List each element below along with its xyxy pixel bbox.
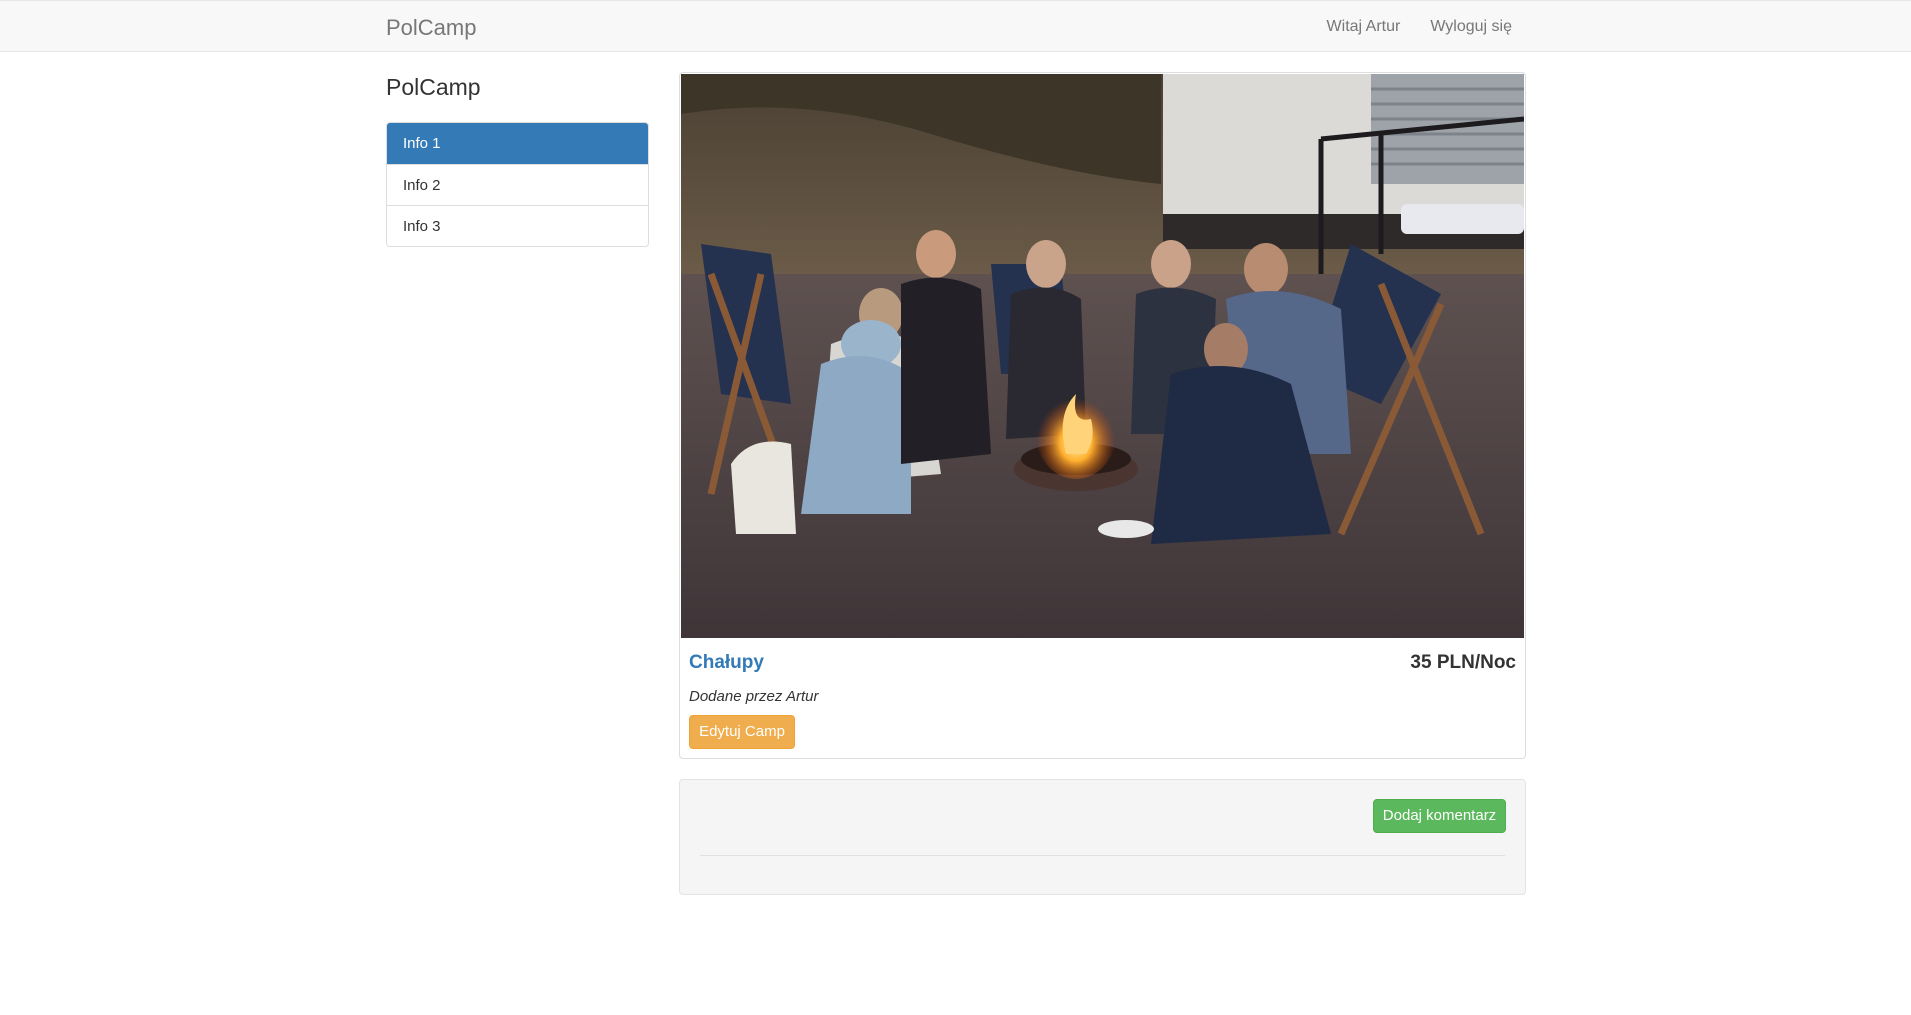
navbar-brand[interactable]: PolCamp [386,15,476,41]
camp-photo [681,74,1524,638]
logout-link[interactable]: Wyloguj się [1430,18,1512,36]
comments-divider [700,855,1505,856]
greeting-link[interactable]: Witaj Artur [1327,18,1401,36]
comments-section: Dodaj komentarz [679,779,1526,895]
sidebar-item-info-1[interactable]: Info 1 [387,123,648,164]
camp-price: 35 PLN/Noc [1410,652,1516,673]
add-comment-button[interactable]: Dodaj komentarz [1373,799,1506,833]
camp-card: Chałupy 35 PLN/Noc Dodane przez Artur Ed… [679,72,1526,759]
edit-camp-button[interactable]: Edytuj Camp [689,715,795,749]
sidebar-list: Info 1 Info 2 Info 3 [386,122,649,247]
sidebar-item-info-3[interactable]: Info 3 [387,205,648,246]
sidebar-item-info-2[interactable]: Info 2 [387,164,648,205]
camp-name-link[interactable]: Chałupy [689,652,764,674]
navbar-right: Witaj Artur Wyloguj się [1327,18,1512,36]
top-navbar: PolCamp Witaj Artur Wyloguj się [0,0,1911,52]
camp-caption: Chałupy 35 PLN/Noc Dodane przez Artur Ed… [681,638,1524,756]
sidebar: PolCamp Info 1 Info 2 Info 3 [386,72,649,247]
sidebar-title: PolCamp [386,74,481,100]
camp-author: Dodane przez Artur [689,688,819,705]
